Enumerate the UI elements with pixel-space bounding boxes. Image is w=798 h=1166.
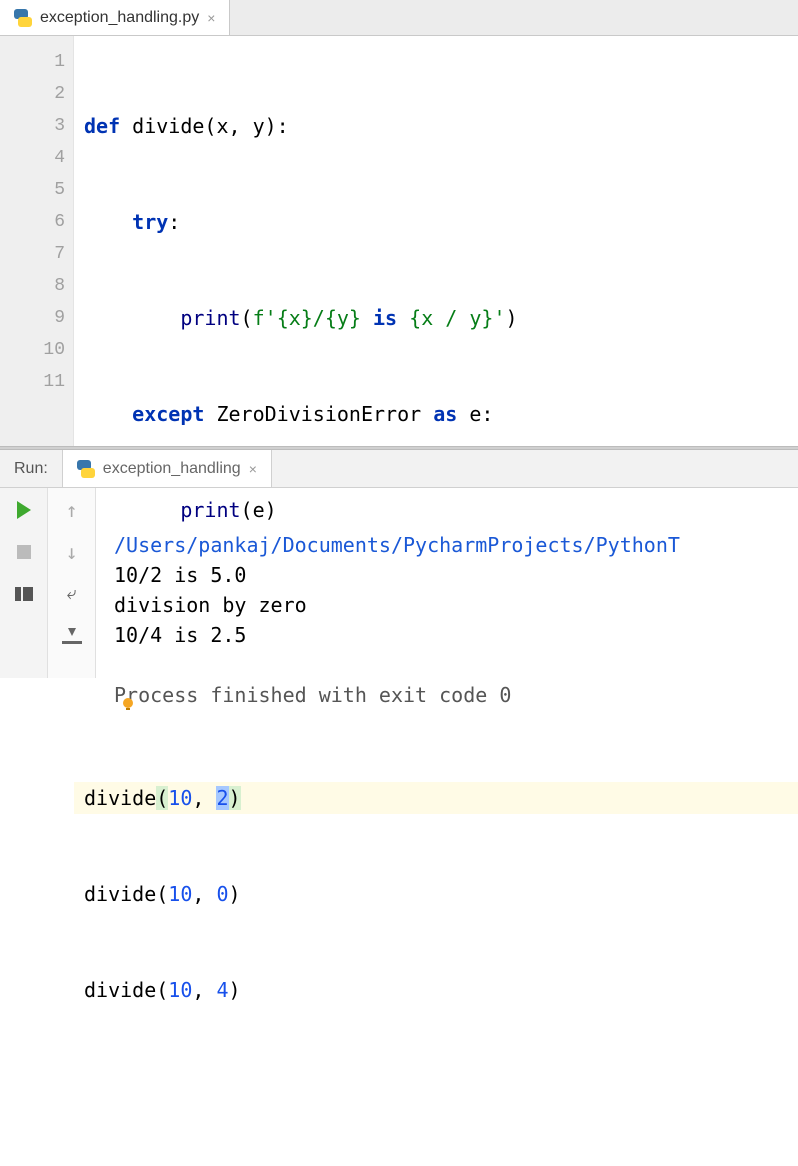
layout-button[interactable] [10,582,38,606]
code-editor[interactable]: 1 2 3 4 5 6 7 8 9 10 11 def divide(x, y)… [0,36,798,446]
play-icon [17,501,31,519]
python-file-icon [14,9,32,27]
line-number: 9 [0,302,65,334]
code-line[interactable]: divide(10, 4) [74,974,798,1006]
code-line-current[interactable]: divide(10, 2) [74,782,798,814]
line-number: 4 [0,142,65,174]
code-line[interactable] [74,590,798,622]
code-line[interactable] [74,686,798,718]
line-number: 8 [0,270,65,302]
line-number: 10 [0,334,65,366]
stop-icon [17,545,31,559]
code-line[interactable]: try: [74,206,798,238]
line-number: 6 [0,206,65,238]
gutter: 1 2 3 4 5 6 7 8 9 10 11 [0,36,74,446]
code-line[interactable]: except ZeroDivisionError as e: [74,398,798,430]
code-area[interactable]: def divide(x, y): try: print(f'{x}/{y} i… [74,36,798,446]
close-tab-icon[interactable]: × [207,10,215,26]
tab-filename: exception_handling.py [40,9,199,27]
line-number: 11 [0,366,65,398]
python-file-icon [77,460,95,478]
line-number: 7 [0,238,65,270]
run-label: Run: [0,460,62,478]
editor-tab[interactable]: exception_handling.py × [0,0,230,35]
run-toolbar-left [0,488,48,678]
code-line[interactable]: print(e) [74,494,798,526]
line-number: 5 [0,174,65,206]
code-line[interactable]: divide(10, 0) [74,878,798,910]
code-line[interactable]: print(f'{x}/{y} is {x / y}') [74,302,798,334]
code-line[interactable]: def divide(x, y): [74,110,798,142]
line-number: 2 [0,78,65,110]
code-line[interactable] [74,1070,798,1102]
intention-bulb-icon[interactable] [120,696,136,712]
rerun-button[interactable] [10,498,38,522]
editor-tab-bar: exception_handling.py × [0,0,798,36]
scroll-end-icon [62,628,82,644]
layout-icon [15,587,33,601]
line-number: 3 [0,110,65,142]
line-number: 1 [0,46,65,78]
stop-button[interactable] [10,540,38,564]
